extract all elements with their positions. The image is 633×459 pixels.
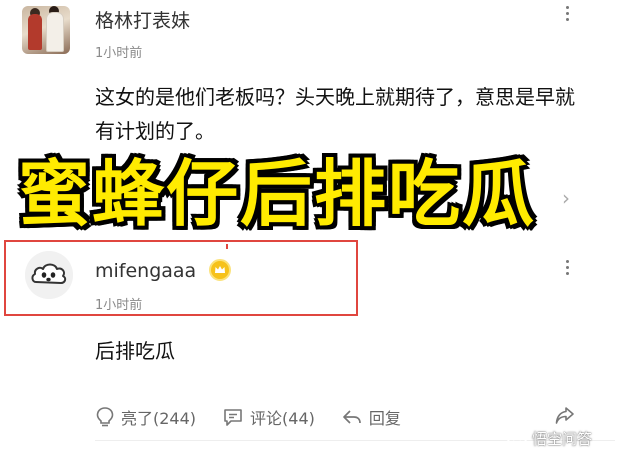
comment-timestamp: 1小时前: [95, 46, 143, 61]
comment-username[interactable]: mifengaaa: [95, 260, 196, 282]
comment-timestamp: 1小时前: [95, 298, 143, 313]
wukong-logo-icon: [507, 428, 527, 448]
user-avatar[interactable]: [25, 251, 73, 299]
watermark: 悟空问答: [506, 425, 592, 451]
overlay-caption: 蜜蜂仔后排吃瓜: [18, 152, 537, 236]
comment-bubble-icon: [224, 409, 242, 426]
like-count-label: 亮了(244): [121, 409, 197, 428]
reply-button[interactable]: 回复: [341, 405, 401, 429]
comment-text: 后排吃瓜: [95, 339, 175, 363]
crown-badge-icon: [209, 259, 231, 281]
more-options-icon[interactable]: [562, 260, 572, 280]
watermark-text: 悟空问答: [532, 429, 593, 448]
comment-button[interactable]: 评论(44): [222, 405, 315, 429]
lightbulb-icon: [96, 407, 114, 427]
user-avatar[interactable]: [22, 6, 70, 54]
comment-username[interactable]: 格林打表妹: [95, 6, 190, 33]
highlight-mark: [226, 244, 228, 249]
comment-action-bar: 亮了(244) 评论(44) 回复: [95, 404, 427, 430]
reply-label: 回复: [368, 409, 401, 428]
like-button[interactable]: 亮了(244): [95, 405, 196, 429]
cloud-avatar-icon: [25, 251, 73, 299]
comment-text: 这女的是他们老板吗？头天晚上就期待了，意思是早就有计划的了。: [95, 85, 575, 143]
chevron-right-icon: ›: [562, 186, 570, 210]
comment-count-label: 评论(44): [250, 409, 315, 428]
more-options-icon[interactable]: [562, 6, 572, 26]
reply-arrow-icon: [343, 410, 361, 424]
